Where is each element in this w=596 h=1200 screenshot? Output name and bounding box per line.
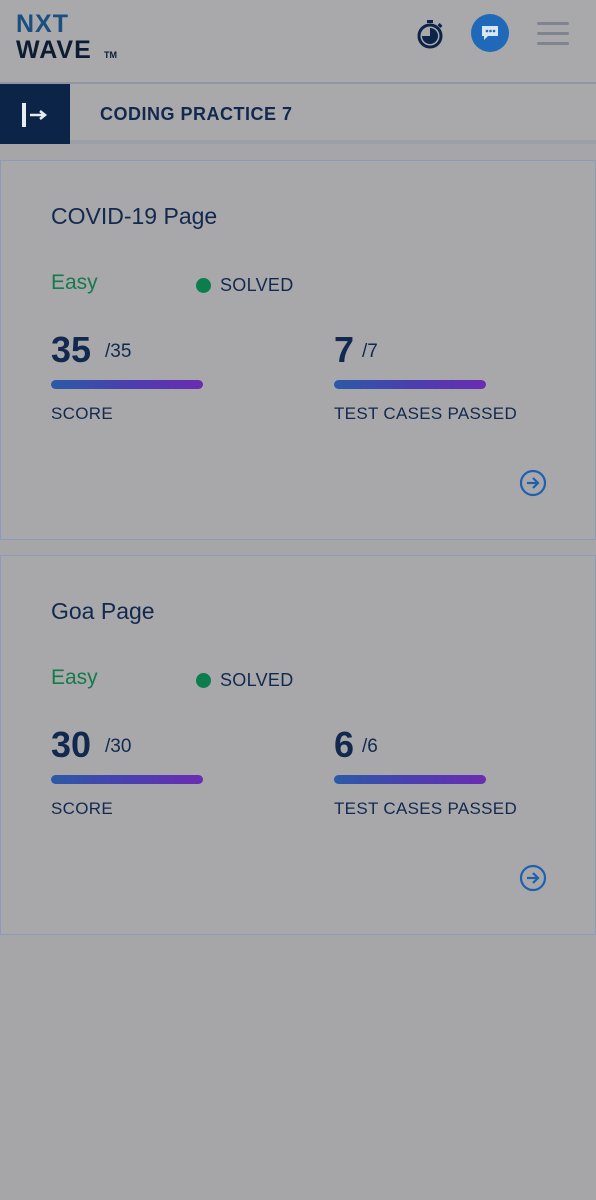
sidebar-expand-icon[interactable] (0, 84, 70, 144)
test-cases-metric: 7 /7 TEST CASES PASSED (334, 329, 574, 425)
top-header: NXT WAVE TM (0, 0, 596, 84)
chat-icon[interactable] (471, 14, 509, 52)
question-title[interactable]: COVID-19 Page (51, 203, 217, 230)
tests-label: TEST CASES PASSED (334, 799, 518, 818)
tests-progress-bar (334, 775, 486, 784)
score-label: SCORE (51, 404, 113, 423)
solved-dot-icon (196, 672, 211, 688)
question-card[interactable]: COVID-19 Page Easy SOLVED 35 /35 SCORE 7… (0, 160, 596, 540)
difficulty-label: Easy (51, 271, 98, 294)
practice-subheader: CODING PRACTICE 7 (0, 84, 596, 144)
score-total: /30 (105, 736, 132, 757)
logo-line-1: NXT (16, 10, 69, 38)
logo-trademark: TM (104, 50, 117, 60)
arrow-right-circle-icon[interactable] (519, 864, 547, 892)
solved-dot-icon (196, 277, 211, 293)
score-label: SCORE (51, 799, 113, 818)
tests-value: 6 (334, 724, 355, 765)
score-total: /35 (105, 341, 132, 362)
tests-total: /7 (362, 341, 378, 362)
score-value: 30 (51, 724, 92, 765)
tests-total: /6 (362, 736, 378, 757)
score-progress-bar (51, 380, 203, 389)
hamburger-menu-icon[interactable] (537, 22, 571, 48)
score-value: 35 (51, 329, 92, 370)
status-badge: SOLVED (196, 668, 294, 692)
tests-label: TEST CASES PASSED (334, 404, 518, 423)
question-card[interactable]: Goa Page Easy SOLVED 30 /30 SCORE 6 /6 T… (0, 555, 596, 935)
score-metric: 35 /35 SCORE (51, 329, 291, 425)
status-text: SOLVED (220, 669, 294, 690)
logo-line-2: WAVE (16, 36, 92, 64)
tests-progress-bar (334, 380, 486, 389)
stopwatch-icon[interactable] (414, 18, 446, 50)
nxtwave-logo[interactable]: NXT WAVE TM (16, 10, 126, 70)
score-progress-bar (51, 775, 203, 784)
status-badge: SOLVED (196, 273, 294, 297)
question-title[interactable]: Goa Page (51, 598, 155, 625)
test-cases-metric: 6 /6 TEST CASES PASSED (334, 724, 574, 820)
page-title: CODING PRACTICE 7 (100, 104, 293, 124)
difficulty-label: Easy (51, 666, 98, 689)
score-metric: 30 /30 SCORE (51, 724, 291, 820)
status-text: SOLVED (220, 274, 294, 295)
tests-value: 7 (334, 329, 355, 370)
arrow-right-circle-icon[interactable] (519, 469, 547, 497)
